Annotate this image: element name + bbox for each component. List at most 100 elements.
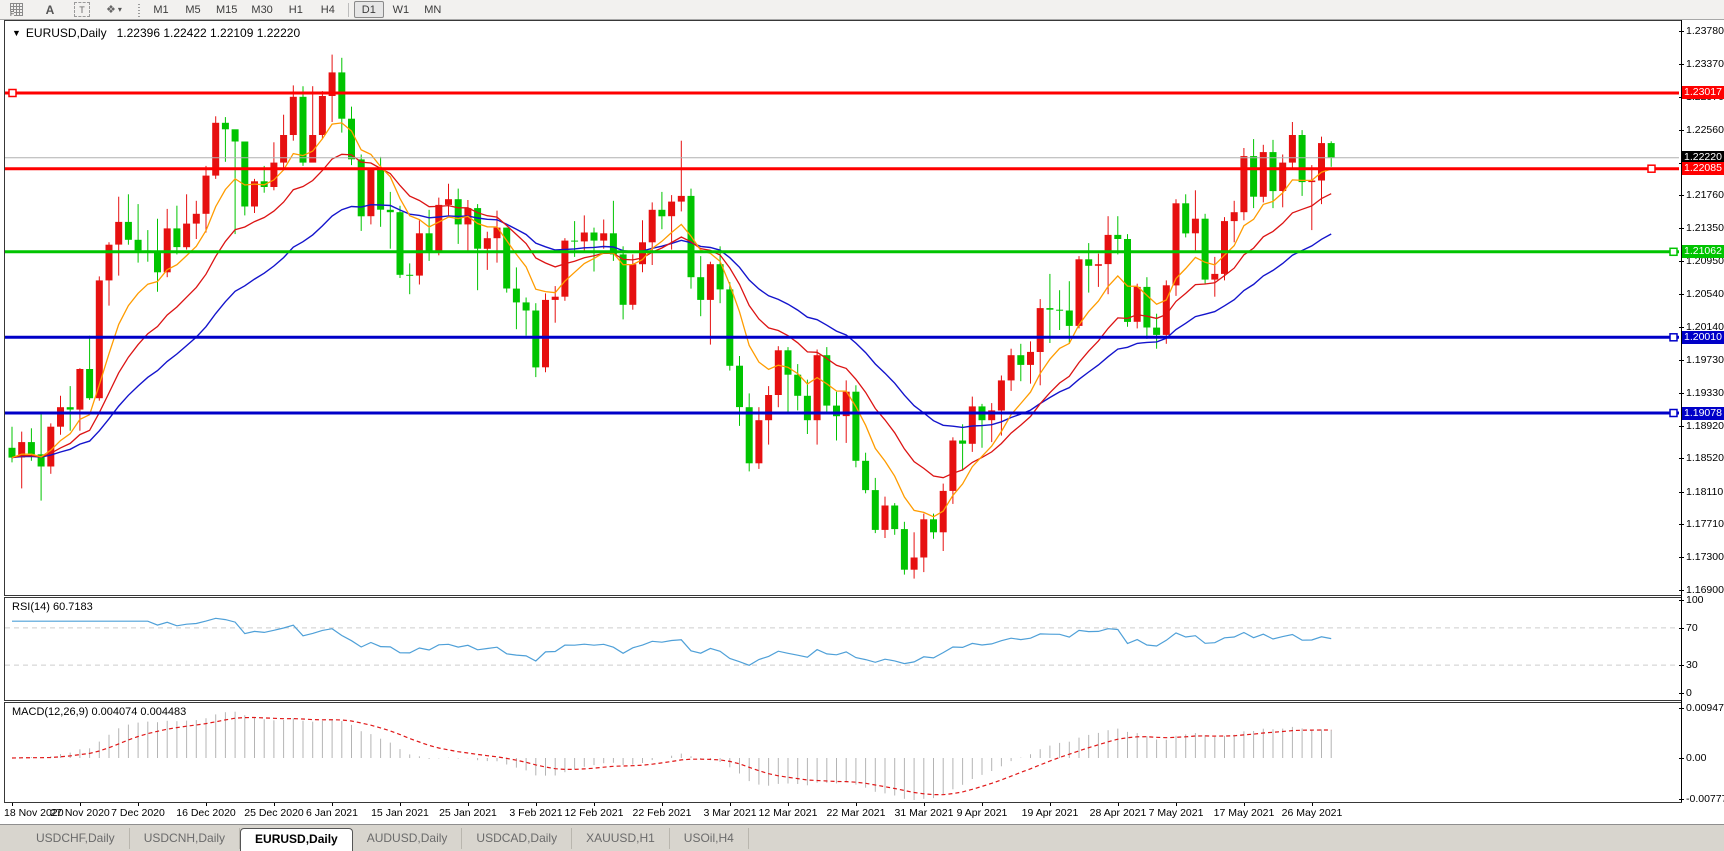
date-label: 17 May 2021 (1213, 807, 1275, 819)
chart-tab-audusd[interactable]: AUDUSD,Daily (353, 828, 463, 849)
date-tick (856, 803, 857, 806)
timeframe-button-d1[interactable]: D1 (353, 1, 384, 18)
date-tick (274, 803, 275, 806)
horizontal-level-line[interactable] (5, 247, 1679, 257)
level-price-label: 1.19078 (1682, 407, 1724, 420)
rsi-label: RSI(14) 60.7183 (12, 601, 93, 613)
date-axis[interactable]: 18 Nov 2020 27 Nov 2020 7 Dec 2020 16 Dec 2… (0, 803, 1724, 824)
timeframe-button-m1[interactable]: M1 (146, 2, 176, 17)
price-axis-tick: 1.19730 (1679, 354, 1724, 366)
date-label: 16 Dec 2020 (176, 807, 236, 819)
text-box-tool[interactable]: T (67, 2, 97, 17)
date-label: 9 Apr 2021 (956, 807, 1008, 819)
price-axis-tick: 1.19330 (1679, 387, 1724, 399)
candlestick-chart[interactable] (5, 21, 1679, 593)
horizontal-level-line[interactable] (5, 164, 1679, 173)
chart-tab-eurusd[interactable]: EURUSD,Daily (240, 828, 353, 851)
date-tick (1050, 803, 1051, 806)
date-label: 27 Nov 2020 (50, 807, 110, 819)
chart-symbol-label: EURUSD,Daily (25, 26, 107, 40)
rsi-axis-tick: 70 (1679, 622, 1724, 634)
horizontal-level-line[interactable] (5, 408, 1679, 418)
price-axis-tick: 1.18920 (1679, 420, 1724, 432)
text-label-tool[interactable]: A (35, 2, 65, 17)
date-label: 31 Mar 2021 (894, 807, 954, 819)
date-label: 28 Apr 2021 (1089, 807, 1147, 819)
date-tick (924, 803, 925, 806)
date-label: 19 Apr 2021 (1021, 807, 1079, 819)
date-tick (1118, 803, 1119, 806)
main-chart-panel[interactable]: ▼ EURUSD,Daily 1.22396 1.22422 1.22109 1.2… (4, 20, 1682, 596)
rsi-axis-tick: 100 (1679, 594, 1724, 606)
date-tick (788, 803, 789, 806)
chart-tab-usdchf[interactable]: USDCHF,Daily (22, 828, 130, 849)
price-axis-tick: 1.20540 (1679, 288, 1724, 300)
chart-tab-usoil[interactable]: USOil,H4 (670, 828, 749, 849)
timeframe-button-m30[interactable]: M30 (245, 2, 278, 17)
rsi-axis-tick: 30 (1679, 659, 1724, 671)
chart-tab-xauusd[interactable]: XAUUSD,H1 (572, 828, 670, 849)
date-tick (982, 803, 983, 806)
timeframe-button-mn[interactable]: MN (418, 2, 448, 17)
chart-ohlc-quotes: 1.22396 1.22422 1.22109 1.22220 (116, 26, 301, 40)
price-axis-tick: 1.17300 (1679, 551, 1724, 563)
chart-tab-usdcad[interactable]: USDCAD,Daily (462, 828, 573, 849)
date-tick (1312, 803, 1313, 806)
horizontal-level-line[interactable] (5, 88, 1679, 98)
date-tick (536, 803, 537, 806)
collapse-arrow-icon[interactable]: ▼ (12, 28, 21, 38)
macd-label: MACD(12,26,9) 0.004074 0.004483 (12, 706, 187, 718)
date-tick (332, 803, 333, 806)
date-label: 25 Jan 2021 (439, 807, 497, 819)
date-label: 7 Dec 2020 (111, 807, 165, 819)
price-axis-tick: 1.22560 (1679, 124, 1724, 136)
shapes-tool[interactable]: ❖ ▾ (99, 2, 129, 17)
date-tick (730, 803, 731, 806)
ma-fast-line (11, 122, 1332, 518)
toolbar-drag-handle[interactable] (138, 2, 140, 17)
rsi-axis-tick: 0 (1679, 687, 1724, 699)
date-label: 25 Dec 2020 (244, 807, 304, 819)
chart-title: ▼ EURUSD,Daily 1.22396 1.22422 1.22109 1.2… (12, 26, 300, 40)
letter-t-icon: T (74, 2, 90, 17)
price-scale[interactable]: 1.237801.233701.229701.225601.221501.217… (1679, 20, 1724, 805)
macd-chart[interactable] (5, 703, 1679, 800)
date-label: 15 Jan 2021 (371, 807, 429, 819)
date-label: 22 Feb 2021 (632, 807, 692, 819)
date-tick (206, 803, 207, 806)
date-label: 22 Mar 2021 (826, 807, 886, 819)
level-price-label: 1.23017 (1682, 86, 1724, 99)
date-tick (400, 803, 401, 806)
price-axis-tick: 1.17710 (1679, 518, 1724, 530)
date-label: 6 Jan 2021 (306, 807, 358, 819)
date-tick (12, 803, 13, 806)
chevron-down-icon: ▾ (117, 5, 122, 14)
macd-panel[interactable]: MACD(12,26,9) 0.004074 0.004483 (4, 702, 1682, 803)
date-tick (1244, 803, 1245, 806)
timeframe-button-m5[interactable]: M5 (178, 2, 208, 17)
timeframe-button-h1[interactable]: H1 (281, 2, 311, 17)
trading-terminal: { "toolbar": { "tools": [ {"name": "char… (0, 0, 1724, 851)
date-label: 7 May 2021 (1148, 807, 1204, 819)
macd-axis-tick: 0.009478 (1679, 702, 1724, 714)
date-label: 3 Mar 2021 (703, 807, 757, 819)
price-axis-tick: 1.23370 (1679, 58, 1724, 70)
price-axis-tick: 1.23780 (1679, 25, 1724, 37)
toolbar-separator (347, 2, 349, 17)
date-tick (662, 803, 663, 806)
date-tick (80, 803, 81, 806)
rsi-panel[interactable]: RSI(14) 60.7183 (4, 597, 1682, 701)
letter-a-icon: A (45, 2, 55, 17)
timeframe-button-h4[interactable]: H4 (313, 2, 343, 17)
level-price-label: 1.22085 (1682, 162, 1724, 175)
horizontal-level-line[interactable] (5, 333, 1679, 342)
timeframe-button-m15[interactable]: M15 (210, 2, 243, 17)
date-tick (594, 803, 595, 806)
chart-tab-usdcnh[interactable]: USDCNH,Daily (130, 828, 241, 849)
rsi-chart[interactable] (5, 598, 1679, 698)
timeframe-button-w1[interactable]: W1 (386, 2, 416, 17)
macd-histogram (21, 711, 1332, 800)
price-axis-tick: 1.18110 (1679, 486, 1724, 498)
chart-grid-icon[interactable]: F (1, 2, 33, 18)
price-axis-tick: 1.21350 (1679, 222, 1724, 234)
